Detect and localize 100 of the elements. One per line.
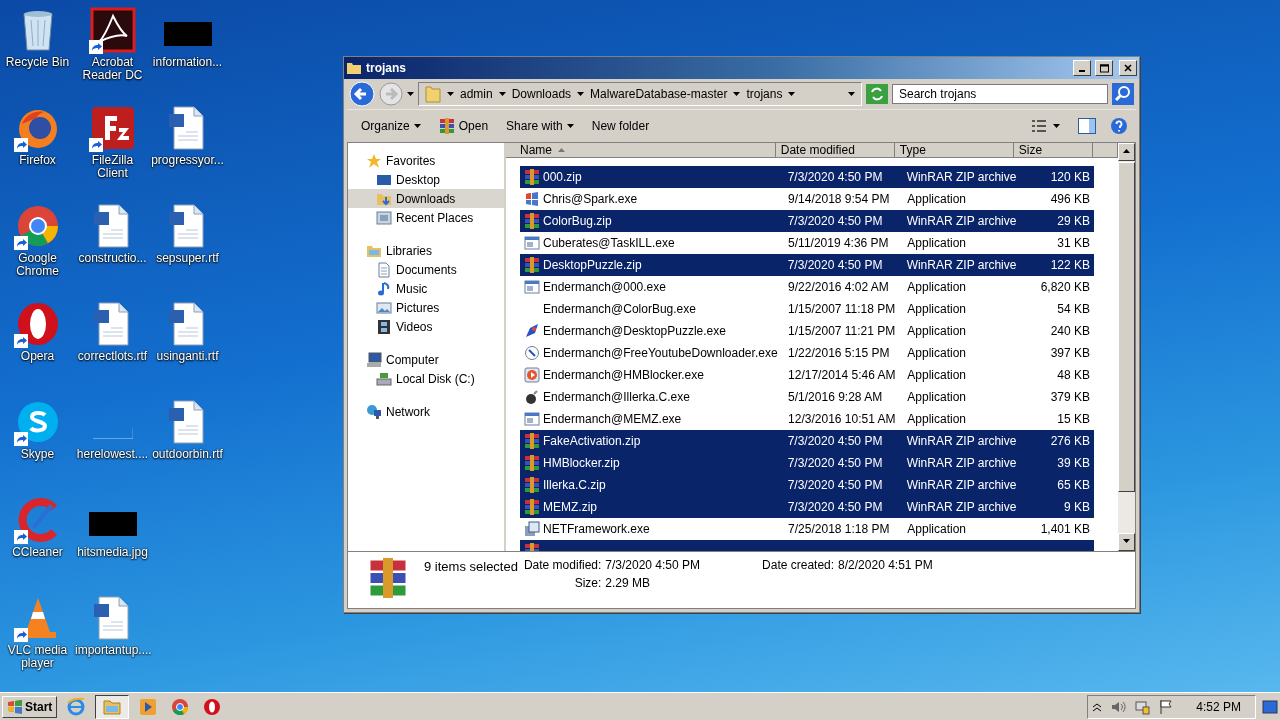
desktop-icon-label: VLC media player xyxy=(6,644,69,670)
show-desktop-button[interactable] xyxy=(1262,698,1278,715)
detail-label: Date modified: xyxy=(523,558,602,574)
file-row[interactable]: Endermanch@FreeYoutubeDownloader.exe 1/22/2016 5:15 PM Application 397 KB xyxy=(520,342,1094,364)
file-row[interactable]: Endermanch@DesktopPuzzle.exe 1/15/2007 11:21 PM Application 240 KB xyxy=(520,320,1094,342)
desktop-icon-label: hitsmedia.jpg xyxy=(76,546,149,559)
size-cell-text: 1,401 KB xyxy=(1039,522,1091,536)
address-bar[interactable]: admin Downloads MalwareDatabase-master trojans xyxy=(418,82,862,106)
toolbar-button[interactable]: Open xyxy=(432,116,495,136)
nav-item[interactable]: Network xyxy=(348,402,504,421)
file-row[interactable]: Illerka.C.zip 7/3/2020 4:50 PM WinRAR ZIP archive 65 KB xyxy=(520,474,1094,496)
scroll-up-button[interactable] xyxy=(1118,143,1135,161)
taskbar-app[interactable] xyxy=(95,694,130,719)
toolbar-button[interactable]: Organize xyxy=(355,117,427,135)
start-button[interactable]: Start xyxy=(2,695,58,718)
disk-drive-icon xyxy=(376,370,392,387)
chrome-icon xyxy=(170,696,191,717)
archive-icon xyxy=(524,455,540,471)
breadcrumb[interactable]: trojans xyxy=(746,87,783,101)
minimize-button[interactable] xyxy=(1073,60,1091,76)
nav-item[interactable]: Local Disk (C:) xyxy=(348,369,504,388)
archive-icon xyxy=(524,257,540,273)
size-cell-text: 379 KB xyxy=(1049,390,1091,404)
desktop-icon-label: Acrobat Reader DC xyxy=(81,56,144,82)
nav-item[interactable]: Recent Places xyxy=(348,208,504,227)
file-row[interactable]: FakeActivation.zip 7/3/2020 4:50 PM WinRAR ZIP archive 276 KB xyxy=(520,430,1094,452)
file-name: FakeActivation.zip xyxy=(543,434,641,448)
breadcrumb-caret-icon xyxy=(733,92,741,96)
close-button[interactable] xyxy=(1119,60,1137,76)
column-header[interactable]: Type xyxy=(894,143,1014,158)
size-cell-text: 29 KB xyxy=(1056,214,1091,228)
nav-item[interactable]: Desktop xyxy=(348,170,504,189)
file-name: NETFramework.exe xyxy=(543,522,650,536)
shortcut-arrow-icon xyxy=(13,628,28,642)
file-row[interactable]: Endermanch@Illerka.C.exe 5/1/2016 9:28 AM Application 379 KB xyxy=(520,386,1094,408)
play-icon xyxy=(524,367,540,383)
nav-item[interactable]: Libraries xyxy=(348,241,504,260)
flag-icon[interactable] xyxy=(1158,698,1175,715)
scroll-down-button[interactable] xyxy=(1118,533,1135,551)
file-row[interactable]: ColorBug.zip 7/3/2020 4:50 PM WinRAR ZIP archive 29 KB xyxy=(520,210,1094,232)
file-row[interactable]: NETFramework.exe 7/25/2018 1:18 PM Application 1,401 KB xyxy=(520,518,1094,540)
show-hidden-icons[interactable] xyxy=(1092,701,1103,712)
toolbar-button[interactable]: New folder xyxy=(585,117,656,135)
back-button[interactable] xyxy=(349,81,375,107)
shortcut-arrow-icon xyxy=(13,138,28,152)
desktop-icon-label: Firefox xyxy=(18,154,57,167)
breadcrumb-caret-icon xyxy=(447,92,454,96)
toolbar-button[interactable]: Share with xyxy=(500,117,580,135)
breadcrumb[interactable]: Downloads xyxy=(511,87,572,101)
refresh-button[interactable] xyxy=(866,84,888,104)
nav-item[interactable]: Downloads xyxy=(348,189,504,208)
nav-item[interactable]: Music xyxy=(348,279,504,298)
breadcrumb[interactable]: MalwareDatabase-master xyxy=(590,87,728,101)
file-row[interactable]: Endermanch@MEMZ.exe 12/3/2016 10:51 AM Application 15 KB xyxy=(520,408,1094,430)
file-row[interactable]: HMBlocker.zip 7/3/2020 4:50 PM WinRAR ZIP archive 39 KB xyxy=(520,452,1094,474)
nav-item[interactable]: Videos xyxy=(348,317,504,336)
nav-item[interactable]: Documents xyxy=(348,260,504,279)
breadcrumb[interactable]: admin xyxy=(460,87,493,101)
view-options-icon[interactable] xyxy=(1031,119,1047,133)
date-cell-text: 9/14/2018 9:54 PM xyxy=(787,192,891,206)
disc-icon xyxy=(524,345,540,361)
date-cell-text: 9/22/2016 4:02 AM xyxy=(787,280,890,294)
size-cell-text: 39 KB xyxy=(1056,456,1091,470)
desktop-icon-label: Opera xyxy=(19,350,56,363)
search-icon[interactable] xyxy=(1112,83,1134,105)
file-row[interactable]: Endermanch@ColorBug.exe 1/15/2007 11:18 PM Application 54 KB xyxy=(520,298,1094,320)
shortcut-arrow-icon xyxy=(88,40,103,54)
scroll-thumb[interactable] xyxy=(1118,162,1135,492)
desktop-icon-label: outdoorbin.rtf xyxy=(151,448,224,461)
file-row[interactable]: DesktopPuzzle.zip 7/3/2020 4:50 PM WinRAR ZIP archive 122 KB xyxy=(520,254,1094,276)
scrollbar[interactable] xyxy=(1118,143,1135,551)
column-header[interactable]: Size xyxy=(1013,143,1094,158)
nav-item[interactable]: Computer xyxy=(348,350,504,369)
column-header[interactable]: Name xyxy=(506,143,776,158)
column-header[interactable]: Date modified xyxy=(775,143,895,158)
file-row[interactable]: Cuberates@TaskILL.exe 5/11/2019 4:36 PM Application 31 KB xyxy=(520,232,1094,254)
search-field[interactable]: Search trojans xyxy=(892,84,1108,104)
preview-pane-icon[interactable] xyxy=(1078,118,1096,134)
file-row[interactable]: Chris@Spark.exe 9/14/2018 9:54 PM Application 496 KB xyxy=(520,188,1094,210)
file-row[interactable]: MEMZ.zip 7/3/2020 4:50 PM WinRAR ZIP archive 9 KB xyxy=(520,496,1094,518)
type-cell-text: WinRAR ZIP archive xyxy=(905,214,1018,228)
close-icon xyxy=(1124,64,1132,72)
nav-item[interactable]: Favorites xyxy=(348,151,504,170)
file-name: Endermanch@HMBlocker.exe xyxy=(543,368,704,382)
file-row[interactable]: Endermanch@000.exe 9/22/2016 4:02 AM Application 6,820 KB xyxy=(520,276,1094,298)
desktop-icon-label: Google Chrome xyxy=(15,252,60,278)
view-caret-icon xyxy=(1053,124,1060,128)
maximize-button[interactable] xyxy=(1095,60,1113,76)
nav-item[interactable]: Pictures xyxy=(348,298,504,317)
network-status-icon[interactable] xyxy=(1134,698,1151,715)
file-name: HMBlocker.zip xyxy=(543,456,620,470)
file-row[interactable]: 000.zip 7/3/2020 4:50 PM WinRAR ZIP archive 120 KB xyxy=(520,166,1094,188)
type-cell-text: WinRAR ZIP archive xyxy=(905,258,1018,272)
file-name: Endermanch@ColorBug.exe xyxy=(543,302,696,316)
clock[interactable]: 4:52 PM xyxy=(1196,699,1241,714)
file-row[interactable]: Endermanch@HMBlocker.exe 12/17/2014 5:46 AM Application 48 KB xyxy=(520,364,1094,386)
type-cell-text: Application xyxy=(906,280,967,294)
file-name: Endermanch@MEMZ.exe xyxy=(543,412,682,426)
computer-icon xyxy=(366,351,382,368)
help-icon[interactable] xyxy=(1110,117,1128,135)
